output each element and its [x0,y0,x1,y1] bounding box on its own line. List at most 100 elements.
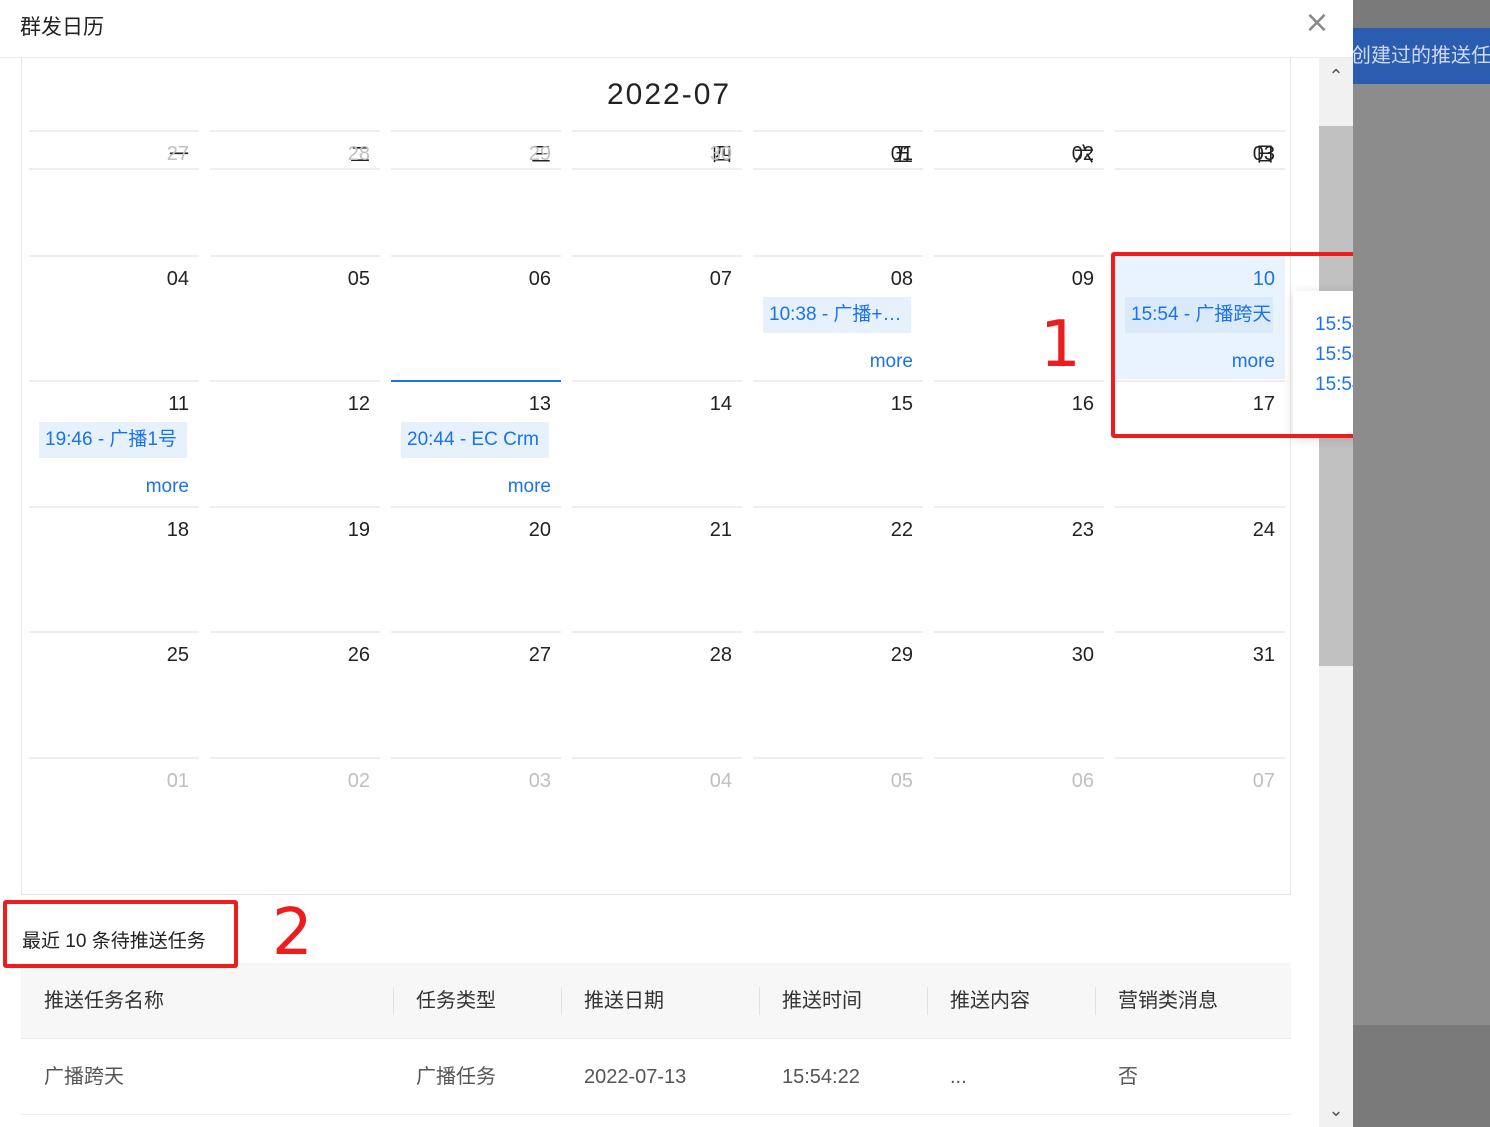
column-header: 推送时间 [782,990,862,1012]
calendar-day-cell[interactable]: 02 [934,130,1104,254]
day-number: 27 [166,143,189,165]
day-number: 18 [166,519,189,541]
day-number: 06 [528,268,551,290]
day-number: 19 [347,519,370,541]
day-number: 03 [528,770,551,792]
calendar-day-cell[interactable]: 30 [934,631,1104,755]
calendar-day-cell[interactable]: 23 [934,506,1104,630]
annotation-label-2: 2 [272,896,313,970]
scroll-down-icon[interactable]: ⌄ [1319,1096,1353,1126]
calendar-day-cell[interactable]: 29 [753,631,923,755]
calendar-day-cell[interactable]: 27 [391,631,561,755]
calendar-day-cell[interactable]: 21 [572,506,742,630]
table-cell: 15:54:22 [782,1066,860,1088]
vertical-scrollbar[interactable]: ⌃ ⌄ [1319,58,1353,1127]
calendar-event[interactable]: 20:44 - EC Crm [401,422,549,458]
calendar-day-cell[interactable]: 06 [934,757,1104,881]
annotation-label-1: 1 [1040,308,1081,382]
calendar-day-cell[interactable]: 31 [1115,631,1285,755]
calendar-dialog: 2022-07 一二三四五六日 27 28 29 30 01 02 03 04 05 06 07 08 1… [0,0,1353,1127]
calendar-day-cell[interactable]: 01 [29,757,199,881]
day-number: 07 [709,268,732,290]
calendar-day-cell[interactable]: 14 [572,380,742,504]
dialog-header: 群发日历 × [0,0,1353,58]
scroll-up-icon[interactable]: ⌃ [1319,62,1353,92]
calendar-day-cell[interactable]: 02 [210,757,380,881]
column-separator [927,987,928,1015]
calendar-day-cell[interactable]: 03 [391,757,561,881]
column-separator [561,987,562,1015]
close-icon[interactable]: × [1300,6,1334,40]
table-cell: 广播任务 [416,1066,496,1088]
column-header: 推送内容 [950,990,1030,1012]
calendar-day-cell[interactable]: 11 19:46 - 广播1号 more [29,380,199,504]
background-banner-text: 创建过的推送任务 [1353,45,1490,67]
day-number: 28 [709,644,732,666]
day-number: 03 [1252,143,1275,165]
day-number: 31 [1252,644,1275,666]
calendar-day-cell[interactable]: 03 [1115,130,1285,254]
calendar-day-cell[interactable]: 27 [29,130,199,254]
calendar-day-cell[interactable]: 30 [572,130,742,254]
calendar-day-cell[interactable]: 18 [29,506,199,630]
calendar-day-cell[interactable]: 07 [1115,757,1285,881]
day-number: 01 [890,143,913,165]
calendar-day-cell[interactable]: 19 [210,506,380,630]
calendar-day-cell[interactable]: 29 [391,130,561,254]
day-number: 15 [890,393,913,415]
day-number: 01 [166,770,189,792]
day-number: 07 [1252,770,1275,792]
day-number: 30 [709,143,732,165]
calendar-day-cell[interactable]: 04 [572,757,742,881]
calendar-day-cell[interactable]: 20 [391,506,561,630]
calendar-day-cell[interactable]: 06 [391,255,561,379]
calendar-day-cell[interactable]: 28 [210,130,380,254]
calendar-day-cell[interactable]: 04 [29,255,199,379]
more-link[interactable]: more [508,476,551,498]
day-number: 13 [528,393,551,415]
calendar-day-cell[interactable]: 16 [934,380,1104,504]
column-header: 推送日期 [584,990,664,1012]
day-number: 29 [528,143,551,165]
calendar-day-cell[interactable]: 05 [753,757,923,881]
calendar-day-cell[interactable]: 05 [210,255,380,379]
background-banner: 创建过的推送任务 [1353,28,1490,84]
table-row[interactable]: 广播跨天 广播任务 2022-07-13 15:54:22... 否 [21,1039,1291,1115]
day-number: 25 [166,644,189,666]
calendar-day-cell[interactable]: 13 20:44 - EC Crm more [391,380,561,504]
column-separator [759,987,760,1015]
calendar-day-cell[interactable]: 15 [753,380,923,504]
day-number: 28 [347,143,370,165]
table-cell: 否 [1118,1066,1138,1088]
calendar-day-cell[interactable]: 01 [753,130,923,254]
day-number: 05 [890,770,913,792]
calendar-day-cell[interactable]: 22 [753,506,923,630]
day-number: 09 [1071,268,1094,290]
calendar-event[interactable]: 19:46 - 广播1号 [39,422,187,458]
day-number: 02 [1071,143,1094,165]
calendar-day-cell[interactable]: 28 [572,631,742,755]
day-number: 26 [347,644,370,666]
day-number: 24 [1252,519,1275,541]
column-separator [1095,987,1096,1015]
more-link[interactable]: more [870,351,913,373]
day-number: 11 [168,393,189,415]
calendar-day-cell[interactable]: 24 [1115,506,1285,630]
background-app-bottom [1353,1025,1490,1127]
more-link[interactable]: more [146,476,189,498]
calendar-day-cell[interactable]: 07 [572,255,742,379]
day-number: 20 [528,519,551,541]
calendar-day-cell[interactable]: 25 [29,631,199,755]
calendar-day-cell[interactable]: 12 [210,380,380,504]
background-app-top [1353,0,1490,28]
table-cell: ... [950,1066,967,1088]
calendar-day-cell[interactable]: 26 [210,631,380,755]
column-header: 推送任务名称 [44,990,164,1012]
day-number: 21 [709,519,732,541]
day-number: 16 [1071,393,1094,415]
calendar-event[interactable]: 10:38 - 广播+直播 [763,297,911,333]
column-header: 任务类型 [416,990,496,1012]
calendar-day-cell[interactable]: 08 10:38 - 广播+直播 more [753,255,923,379]
calendar-panel: 2022-07 一二三四五六日 27 28 29 30 01 02 03 04 05 06 07 08 1… [21,40,1291,895]
column-header: 营销类消息 [1118,990,1218,1012]
